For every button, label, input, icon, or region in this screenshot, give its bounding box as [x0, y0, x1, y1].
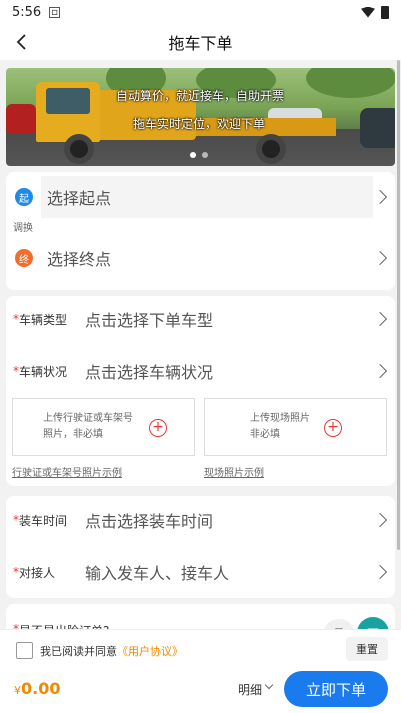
wifi-icon [361, 6, 375, 18]
submit-order-button[interactable]: 立即下单 [284, 671, 388, 707]
agreement-checkbox[interactable] [16, 642, 33, 659]
promo-banner[interactable]: 自动算价，就近接车，自助开票 拖车实时定位，欢迎下单 [6, 68, 395, 166]
banner-truck-window [46, 88, 90, 114]
end-badge: 终 [15, 249, 33, 267]
end-point-row[interactable]: 终 选择终点 [6, 236, 395, 280]
page-title: 拖车下单 [168, 34, 233, 53]
status-bar: 5:56 ▫ [0, 0, 401, 24]
upload-scene-hint-2: 非必填 [250, 429, 280, 440]
banner-tree [306, 68, 395, 98]
vehicle-condition-row[interactable]: * 车辆状况 点击选择车辆状况 [6, 351, 395, 391]
banner-headline: 自动算价，就近接车，自助开票 [116, 89, 285, 103]
contact-row[interactable]: * 对接人 输入发车人、接车人 [6, 552, 395, 592]
license-sample-link[interactable]: 行驶证或车架号照片示例 [12, 464, 122, 479]
contact-label: 对接人 [19, 565, 56, 580]
upload-license-hint-2: 照片，非必填 [43, 429, 103, 440]
status-time: 5:56 [12, 4, 42, 20]
currency-symbol: ¥ [14, 684, 21, 697]
bottom-bar: ¥0.00 明细 立即下单 [0, 670, 401, 713]
banner-dark-car [360, 108, 395, 148]
nav-bar: 拖车下单 [0, 24, 401, 60]
contact-input[interactable]: 输入发车人、接车人 [85, 560, 229, 584]
back-arrow-icon[interactable] [12, 32, 32, 52]
banner-truck-wheel [64, 134, 94, 164]
agreement-bar: 我已阅读并同意《用户协议》 重置 [0, 629, 401, 670]
vehicle-type-row[interactable]: * 车辆类型 点击选择下单车型 [6, 299, 395, 339]
upload-license-box[interactable]: 上传行驶证或车架号 照片，非必填 + [12, 398, 195, 456]
sim-card-icon: ▫ [49, 6, 60, 18]
agreement-prefix: 我已阅读并同意 [40, 645, 117, 658]
user-agreement-link[interactable]: 《用户协议》 [117, 645, 183, 658]
add-photo-icon[interactable]: + [149, 419, 167, 437]
total-price: ¥0.00 [14, 679, 60, 698]
banner-subline: 拖车实时定位，欢迎下单 [133, 117, 266, 131]
upload-license-hint-1: 上传行驶证或车架号 [43, 413, 133, 424]
load-time-row[interactable]: * 装车时间 点击选择装车时间 [6, 500, 395, 540]
banner-red-car [6, 104, 36, 134]
load-time-select[interactable]: 点击选择装车时间 [85, 508, 213, 532]
upload-scene-hint-1: 上传现场照片 [250, 413, 310, 424]
chevron-right-icon [372, 250, 388, 266]
banner-pagination [190, 152, 208, 158]
end-point-field[interactable]: 选择终点 [41, 237, 373, 279]
vehicle-card: * 车辆类型 点击选择下单车型 * 车辆状况 点击选择车辆状况 [6, 296, 395, 486]
chevron-right-icon [372, 189, 388, 205]
load-time-label: 装车时间 [19, 513, 68, 528]
schedule-card: * 装车时间 点击选择装车时间 * 对接人 输入发车人、接车人 [6, 496, 395, 598]
price-detail-button[interactable]: 明细 [238, 681, 262, 698]
chevron-right-icon [372, 564, 388, 580]
start-point-field[interactable]: 选择起点 [41, 176, 373, 218]
vehicle-type-label: 车辆类型 [19, 312, 68, 327]
vehicle-condition-label: 车辆状况 [19, 364, 68, 379]
scrollbar[interactable] [397, 60, 400, 550]
battery-icon [381, 5, 389, 19]
scene-sample-link[interactable]: 现场照片示例 [204, 464, 264, 479]
chevron-right-icon [372, 512, 388, 528]
banner-truck-wheel [256, 134, 286, 164]
upload-scene-box[interactable]: 上传现场照片 非必填 + [204, 398, 387, 456]
vehicle-type-select[interactable]: 点击选择下单车型 [85, 307, 213, 331]
chevron-right-icon [372, 311, 388, 327]
vehicle-condition-select[interactable]: 点击选择车辆状况 [85, 359, 213, 383]
status-icons [361, 5, 389, 19]
start-badge: 起 [15, 188, 33, 206]
start-point-row[interactable]: 起 选择起点 [6, 175, 395, 219]
banner-dot-active[interactable] [190, 152, 196, 158]
chevron-right-icon [372, 363, 388, 379]
agreement-text: 我已阅读并同意《用户协议》 [40, 643, 183, 659]
route-card: 起 选择起点 调换 终 选择终点 [6, 172, 395, 290]
add-photo-icon[interactable]: + [324, 419, 342, 437]
chevron-down-icon[interactable] [264, 680, 274, 690]
reset-button[interactable]: 重置 [346, 637, 388, 661]
banner-dot[interactable] [202, 152, 208, 158]
price-amount: 0.00 [21, 679, 61, 698]
swap-button[interactable]: 调换 [13, 219, 33, 234]
